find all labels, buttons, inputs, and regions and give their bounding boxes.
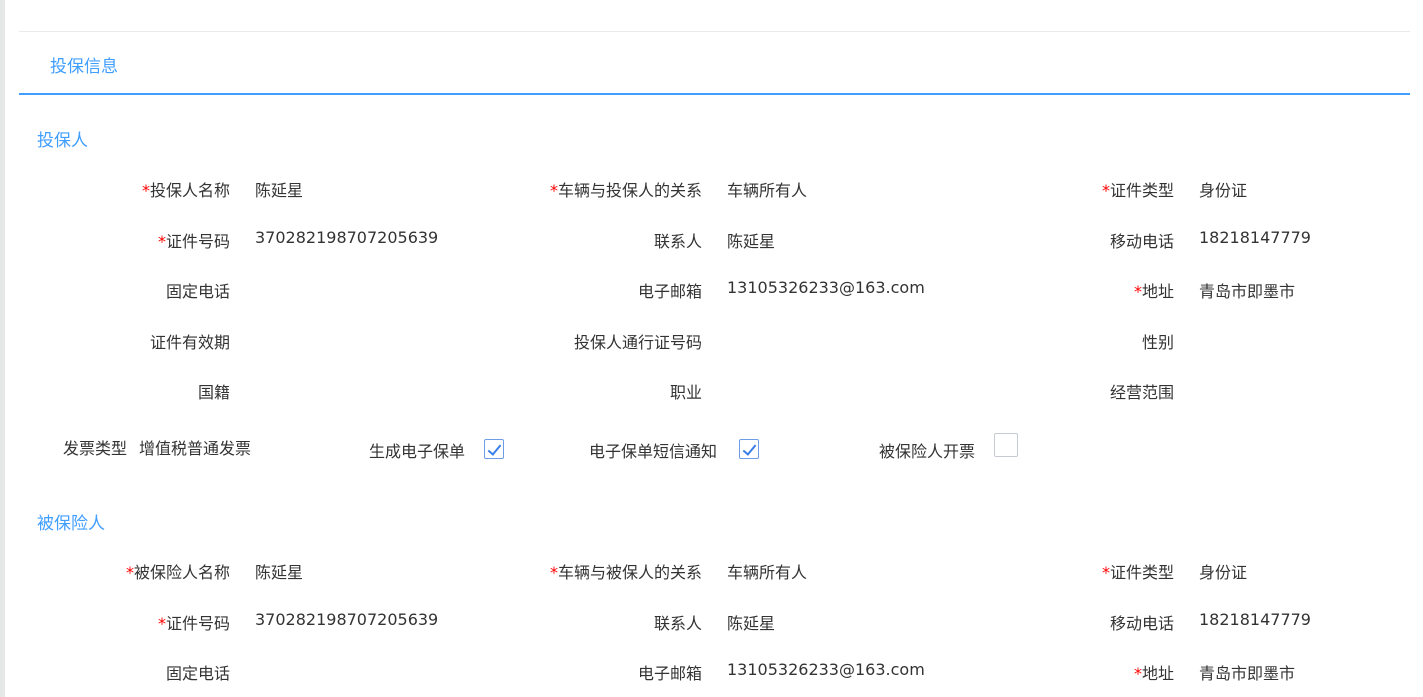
field-value: 陈延星 [255, 563, 304, 582]
field-label: *证件号码 [0, 228, 230, 252]
required-mark: * [125, 563, 134, 582]
required-mark: * [549, 563, 558, 582]
field-label-text: 移动电话 [1109, 613, 1174, 633]
field-value: 陈延星 [727, 613, 776, 633]
field-label: *证件号码 [0, 610, 230, 634]
field-label-text: 车辆与被保人的关系 [557, 563, 702, 582]
field-label-text: 证件号码 [165, 613, 230, 633]
field-label: *证件类型 [934, 177, 1174, 201]
tab-underline [19, 93, 1410, 95]
field-label: *被保险人名称 [0, 559, 230, 583]
required-mark: * [157, 613, 166, 633]
field-label-text: 证件类型 [1109, 563, 1174, 582]
field-value: 18218147779 [1199, 227, 1311, 247]
field-label-text: 车辆与投保人的关系 [557, 181, 702, 200]
field-label-text: 性别 [1141, 332, 1174, 352]
field-label-text: 证件类型 [1109, 181, 1174, 200]
field-label: 国籍 [0, 379, 230, 403]
field-label-text: 投保人名称 [149, 181, 230, 200]
required-mark: * [1101, 181, 1110, 200]
field-label-text: 联系人 [653, 613, 702, 633]
field-label: 联系人 [462, 228, 702, 252]
field-value: 陈延星 [255, 181, 304, 200]
field-label: 移动电话 [934, 610, 1174, 634]
field-label-text: 联系人 [653, 231, 702, 251]
field-label-text: 经营范围 [1109, 383, 1174, 402]
sms-notify-label: 电子保单短信通知 [589, 442, 718, 461]
insured-invoice-label: 被保险人开票 [879, 442, 976, 461]
field-label: 电子邮箱 [462, 278, 702, 302]
field-label-text: 电子邮箱 [637, 282, 702, 301]
invoice-type-value: 增值税普通发票 [139, 439, 252, 458]
field-label: 职业 [462, 379, 702, 403]
e-policy-label: 生成电子保单 [369, 442, 466, 461]
field-value: 370282198707205639 [255, 609, 439, 629]
field-label: 固定电话 [0, 660, 230, 684]
field-label: 移动电话 [934, 228, 1174, 252]
sms-notify-checkbox[interactable] [739, 439, 759, 459]
field-label: *地址 [934, 278, 1174, 302]
field-value: 青岛市即墨市 [1199, 282, 1296, 301]
field-label-text: 证件号码 [165, 231, 230, 251]
required-mark: * [1133, 664, 1142, 683]
required-mark: * [1101, 563, 1110, 582]
field-label: 联系人 [462, 610, 702, 634]
field-label: 电子邮箱 [462, 660, 702, 684]
field-label: 投保人通行证号码 [462, 329, 702, 353]
field-value: 青岛市即墨市 [1199, 664, 1296, 683]
required-mark: * [549, 181, 558, 200]
field-value: 370282198707205639 [255, 227, 439, 247]
divider [19, 31, 1410, 32]
field-value: 陈延星 [727, 231, 776, 251]
field-label: 证件有效期 [0, 329, 230, 353]
field-label-text: 国籍 [197, 383, 230, 402]
e-policy-checkbox[interactable] [484, 439, 504, 459]
field-label-text: 电子邮箱 [637, 664, 702, 683]
field-label: *投保人名称 [0, 177, 230, 201]
field-value: 18218147779 [1199, 609, 1311, 629]
insured-invoice-checkbox[interactable] [994, 433, 1018, 457]
invoice-type-label: 发票类型 [63, 439, 128, 458]
field-label-text: 投保人通行证号码 [573, 332, 702, 352]
field-label-text: 被保险人名称 [133, 563, 230, 582]
field-label-text: 证件有效期 [149, 332, 230, 352]
field-label: 经营范围 [934, 379, 1174, 403]
field-value: 13105326233@163.com [727, 278, 925, 297]
field-value: 13105326233@163.com [727, 660, 925, 679]
required-mark: * [1133, 282, 1142, 301]
section-title-insured: 被保险人 [37, 514, 105, 534]
field-label: 固定电话 [0, 278, 230, 302]
field-label: 性别 [934, 329, 1174, 353]
field-label: *车辆与投保人的关系 [462, 177, 702, 201]
required-mark: * [141, 181, 150, 200]
field-label: *车辆与被保人的关系 [462, 559, 702, 583]
field-label: *地址 [934, 660, 1174, 684]
field-value: 车辆所有人 [727, 181, 808, 200]
field-value: 身份证 [1199, 181, 1248, 200]
field-value: 身份证 [1199, 563, 1248, 582]
field-label-text: 移动电话 [1109, 231, 1174, 251]
field-label: *证件类型 [934, 559, 1174, 583]
field-label-text: 固定电话 [165, 664, 230, 683]
field-label-text: 固定电话 [165, 282, 230, 301]
required-mark: * [157, 231, 166, 251]
field-label-text: 职业 [669, 383, 702, 402]
field-label-text: 地址 [1141, 282, 1174, 301]
field-label-text: 地址 [1141, 664, 1174, 683]
field-value: 车辆所有人 [727, 563, 808, 582]
tab-policy-info[interactable]: 投保信息 [50, 52, 118, 77]
section-title-applicant: 投保人 [37, 131, 88, 151]
